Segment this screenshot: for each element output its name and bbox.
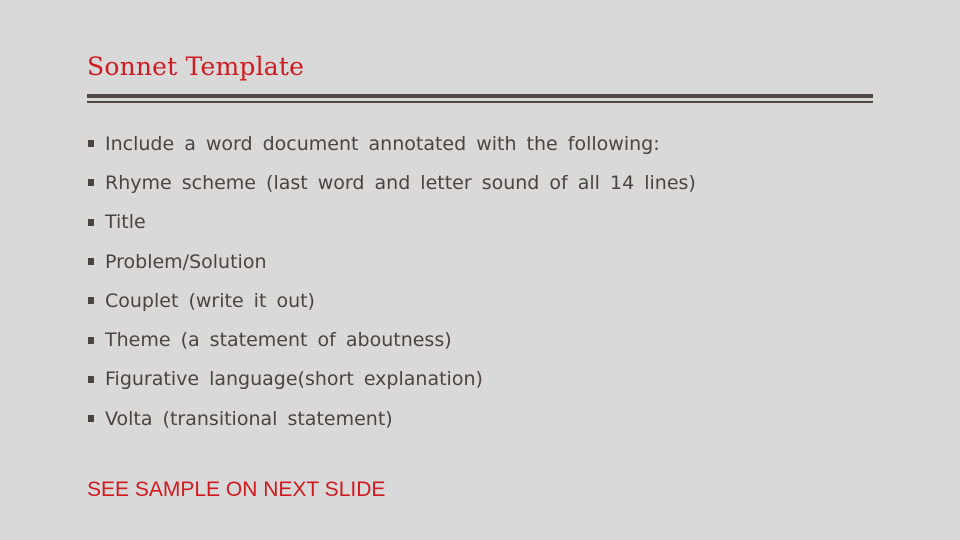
- square-bullet-icon: [88, 179, 94, 187]
- list-item-text: Theme (a statement of aboutness): [105, 329, 452, 352]
- square-bullet-icon: [88, 140, 94, 148]
- next-slide-note: SEE SAMPLE ON NEXT SLIDE: [87, 478, 386, 501]
- square-bullet-icon: [88, 375, 94, 383]
- bullet-list: Include a word document annotated with t…: [88, 124, 696, 438]
- square-bullet-icon: [88, 336, 94, 344]
- list-item-text: Include a word document annotated with t…: [105, 132, 660, 155]
- title-divider-thin: [87, 101, 873, 103]
- list-item: Title: [88, 203, 696, 242]
- list-item-text: Title: [105, 211, 146, 234]
- slide-title: Sonnet Template: [87, 52, 305, 81]
- list-item: Figurative language(short explanation): [88, 360, 696, 399]
- list-item-text: Volta (transitional statement): [105, 407, 393, 430]
- slide: Sonnet Template Include a word document …: [0, 0, 960, 540]
- list-item: Volta (transitional statement): [88, 399, 696, 438]
- list-item: Rhyme scheme (last word and letter sound…: [88, 163, 696, 202]
- list-item-text: Figurative language(short explanation): [105, 368, 483, 391]
- list-item: Problem/Solution: [88, 242, 696, 281]
- title-divider-thick: [87, 94, 873, 98]
- list-item: Include a word document annotated with t…: [88, 124, 696, 163]
- square-bullet-icon: [88, 258, 94, 266]
- square-bullet-icon: [88, 297, 94, 305]
- list-item-text: Problem/Solution: [105, 250, 267, 273]
- square-bullet-icon: [88, 415, 94, 423]
- square-bullet-icon: [88, 218, 94, 226]
- list-item-text: Couplet (write it out): [105, 289, 315, 312]
- list-item: Couplet (write it out): [88, 281, 696, 320]
- list-item: Theme (a statement of aboutness): [88, 320, 696, 359]
- list-item-text: Rhyme scheme (last word and letter sound…: [105, 171, 696, 194]
